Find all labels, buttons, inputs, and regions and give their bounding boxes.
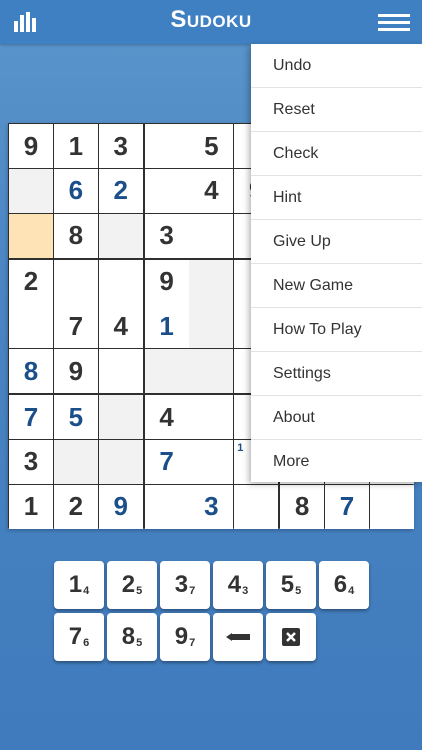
board-cell[interactable] bbox=[98, 259, 143, 304]
hamburger-menu-icon[interactable] bbox=[378, 14, 410, 32]
number-key-2[interactable]: 25 bbox=[107, 561, 157, 609]
key-number: 9 bbox=[174, 623, 189, 650]
board-cell[interactable]: 6 bbox=[53, 168, 98, 213]
board-cell[interactable]: 9 bbox=[9, 124, 53, 168]
menu-item-reset[interactable]: Reset bbox=[251, 88, 422, 132]
board-cell[interactable]: 9 bbox=[53, 349, 98, 394]
key-number: 5 bbox=[280, 571, 295, 598]
key-remaining-count: 6 bbox=[83, 637, 90, 649]
board-cell[interactable]: 8 bbox=[280, 484, 325, 529]
pencil-button[interactable] bbox=[213, 613, 263, 661]
board-cell[interactable] bbox=[189, 259, 234, 304]
number-key-4[interactable]: 43 bbox=[213, 561, 263, 609]
board-cell[interactable] bbox=[98, 439, 143, 484]
key-remaining-count: 7 bbox=[189, 585, 196, 597]
board-cell[interactable] bbox=[9, 213, 53, 258]
key-remaining-count: 7 bbox=[189, 637, 196, 649]
board-cell[interactable]: 3 bbox=[9, 439, 53, 484]
key-number: 8 bbox=[121, 623, 136, 650]
board-cell[interactable] bbox=[144, 349, 189, 394]
board-cell[interactable] bbox=[189, 439, 234, 484]
board-cell[interactable] bbox=[98, 213, 143, 258]
board-cell[interactable] bbox=[53, 439, 98, 484]
board-cell[interactable]: 7 bbox=[324, 484, 369, 529]
key-number: 7 bbox=[68, 623, 83, 650]
board-cell[interactable]: 7 bbox=[53, 304, 98, 349]
board-cell[interactable]: 1 bbox=[144, 304, 189, 349]
app-title: Sudoku bbox=[170, 6, 252, 33]
board-cell[interactable] bbox=[9, 168, 53, 213]
board-cell[interactable]: 4 bbox=[144, 395, 189, 440]
number-key-1[interactable]: 14 bbox=[54, 561, 104, 609]
board-cell[interactable]: 7 bbox=[9, 395, 53, 440]
board-cell[interactable]: 4 bbox=[189, 168, 234, 213]
key-number: 1 bbox=[68, 571, 83, 598]
board-cell[interactable]: 2 bbox=[98, 168, 143, 213]
board-cell[interactable] bbox=[189, 395, 234, 440]
key-remaining-count: 5 bbox=[295, 585, 302, 597]
key-number: 2 bbox=[121, 571, 136, 598]
menu-item-hint[interactable]: Hint bbox=[251, 176, 422, 220]
key-remaining-count: 5 bbox=[136, 637, 143, 649]
number-key-8[interactable]: 85 bbox=[107, 613, 157, 661]
key-number: 6 bbox=[333, 571, 348, 598]
board-cell[interactable] bbox=[144, 124, 189, 168]
board-cell[interactable]: 4 bbox=[98, 304, 143, 349]
board-cell[interactable]: 1 bbox=[9, 484, 53, 529]
number-key-3[interactable]: 37 bbox=[160, 561, 210, 609]
number-key-9[interactable]: 97 bbox=[160, 613, 210, 661]
board-cell[interactable] bbox=[144, 168, 189, 213]
board-cell[interactable]: 3 bbox=[144, 213, 189, 258]
board-cell[interactable]: 2 bbox=[9, 259, 53, 304]
cell-note: 1 bbox=[237, 441, 244, 454]
board-cell[interactable] bbox=[234, 484, 279, 529]
pencil-icon bbox=[226, 633, 250, 641]
number-key-6[interactable]: 64 bbox=[319, 561, 369, 609]
menu-item-give-up[interactable]: Give Up bbox=[251, 220, 422, 264]
menu-item-settings[interactable]: Settings bbox=[251, 352, 422, 396]
board-cell[interactable]: 5 bbox=[189, 124, 234, 168]
menu-item-undo[interactable]: Undo bbox=[251, 44, 422, 88]
menu-item-how-to-play[interactable]: How To Play bbox=[251, 308, 422, 352]
menu-item-about[interactable]: About bbox=[251, 396, 422, 440]
board-cell[interactable] bbox=[98, 395, 143, 440]
board-cell[interactable]: 3 bbox=[98, 124, 143, 168]
key-remaining-count: 3 bbox=[242, 585, 249, 597]
board-cell[interactable]: 3 bbox=[189, 484, 234, 529]
key-remaining-count: 4 bbox=[83, 585, 90, 597]
board-cell[interactable] bbox=[189, 213, 234, 258]
board-cell[interactable]: 8 bbox=[53, 213, 98, 258]
dropdown-menu: Undo Reset Check Hint Give Up New Game How To … bbox=[251, 44, 422, 482]
board-cell[interactable]: 8 bbox=[9, 349, 53, 394]
board-cell[interactable] bbox=[144, 484, 189, 529]
top-bar: Sudoku bbox=[0, 0, 422, 44]
number-key-7[interactable]: 76 bbox=[54, 613, 104, 661]
board-cell[interactable]: 2 bbox=[53, 484, 98, 529]
key-number: 3 bbox=[174, 571, 189, 598]
board-cell[interactable] bbox=[189, 349, 234, 394]
key-remaining-count: 4 bbox=[348, 585, 355, 597]
board-cell[interactable]: 5 bbox=[53, 395, 98, 440]
board-cell[interactable] bbox=[9, 304, 53, 349]
board-cell[interactable]: 1 bbox=[53, 124, 98, 168]
board-cell[interactable] bbox=[53, 259, 98, 304]
board-cell[interactable]: 7 bbox=[144, 439, 189, 484]
menu-item-more[interactable]: More bbox=[251, 440, 422, 483]
erase-button[interactable] bbox=[266, 613, 316, 661]
board-cell[interactable]: 9 bbox=[144, 259, 189, 304]
board-cell[interactable]: 9 bbox=[98, 484, 143, 529]
board-cell[interactable] bbox=[189, 304, 234, 349]
board-cell[interactable] bbox=[369, 484, 414, 529]
key-number: 4 bbox=[227, 571, 242, 598]
menu-item-check[interactable]: Check bbox=[251, 132, 422, 176]
number-key-5[interactable]: 55 bbox=[266, 561, 316, 609]
board-cell[interactable] bbox=[98, 349, 143, 394]
menu-item-new-game[interactable]: New Game bbox=[251, 264, 422, 308]
key-remaining-count: 5 bbox=[136, 585, 143, 597]
erase-icon bbox=[282, 628, 300, 646]
